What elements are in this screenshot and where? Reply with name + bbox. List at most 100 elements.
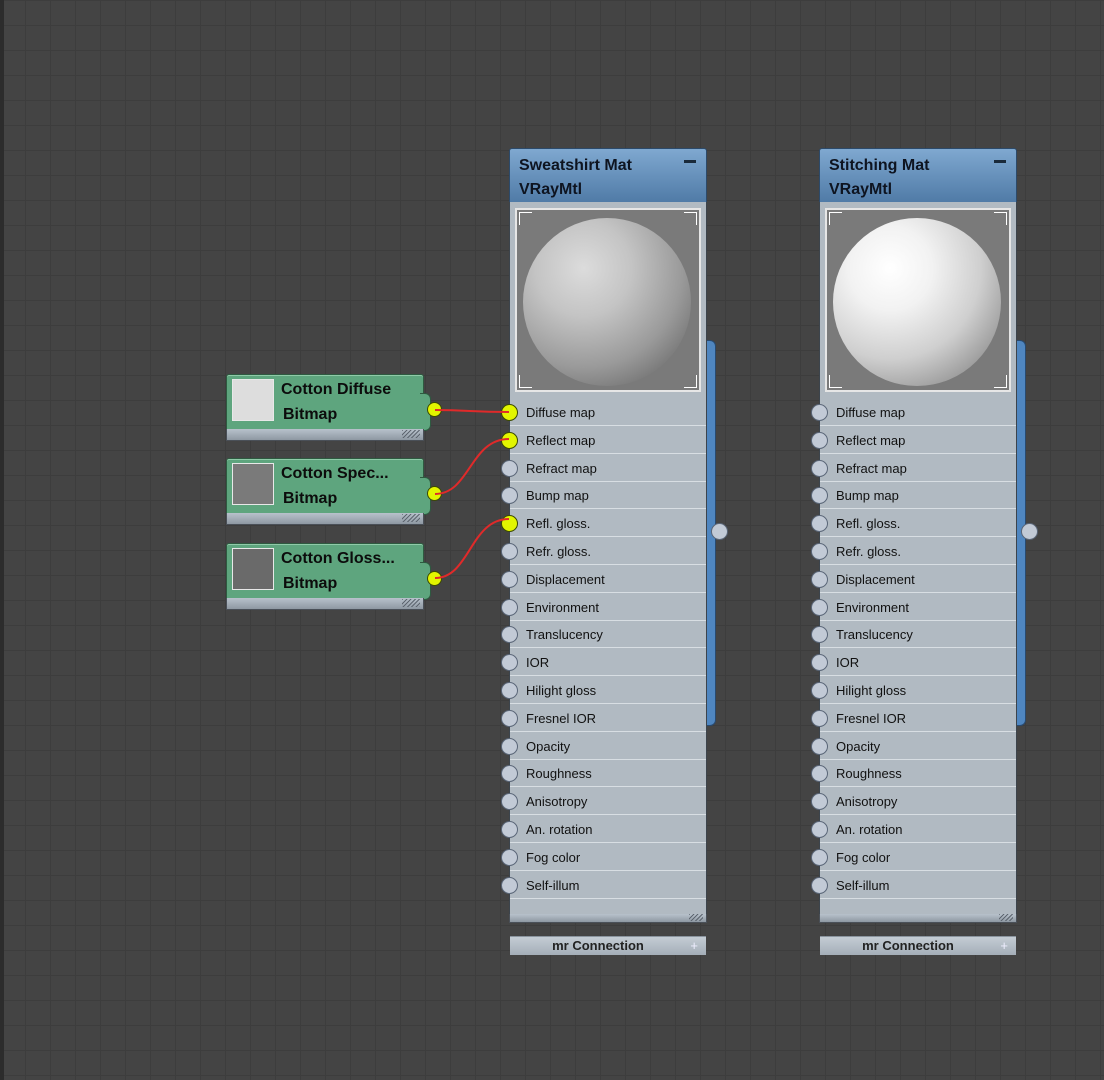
bitmap-node-cotton-gloss[interactable]: Cotton Gloss... Bitmap [226,543,442,615]
output-socket[interactable] [427,402,442,417]
material-slot[interactable]: Hilight gloss [811,678,1016,704]
input-socket[interactable] [501,515,518,533]
material-slot[interactable]: An. rotation [501,817,706,843]
output-socket[interactable] [427,571,442,586]
mr-connection-rollout[interactable]: mr Connection + [510,936,706,955]
input-socket[interactable] [501,793,518,811]
material-output-socket[interactable] [711,523,728,540]
input-socket[interactable] [501,598,518,616]
expand-plus-icon[interactable]: + [1000,938,1008,953]
material-slot[interactable]: Anisotropy [811,789,1016,816]
input-socket[interactable] [501,709,518,727]
input-socket[interactable] [811,709,828,727]
material-slot[interactable]: Refract map [811,456,1016,482]
bitmap-node-cotton-spec[interactable]: Cotton Spec... Bitmap [226,458,442,530]
input-socket[interactable] [811,793,828,811]
material-slot[interactable]: Refr. gloss. [811,539,1016,565]
material-slot[interactable]: Reflect map [811,428,1016,454]
input-socket[interactable] [811,737,828,755]
input-socket[interactable] [811,515,828,533]
material-slot[interactable]: Environment [501,595,706,621]
input-socket[interactable] [811,848,828,866]
input-socket[interactable] [811,654,828,672]
material-slot[interactable]: Bump map [811,483,1016,510]
input-socket[interactable] [501,459,518,477]
input-socket[interactable] [501,876,518,894]
material-slot[interactable]: An. rotation [811,817,1016,843]
material-slot[interactable]: Refl. gloss. [811,511,1016,538]
material-slot-label: Refr. gloss. [836,543,902,559]
input-socket[interactable] [811,459,828,477]
input-socket[interactable] [811,681,828,699]
material-slot-label: Refr. gloss. [526,543,592,559]
bitmap-node-body[interactable]: Cotton Gloss... Bitmap [226,543,431,600]
material-slot[interactable]: Anisotropy [501,789,706,816]
material-slot-label: Hilight gloss [526,682,597,698]
material-slot[interactable]: Translucency [811,622,1016,649]
material-node-header[interactable]: Sweatshirt Mat VRayMtl [509,148,707,204]
material-slot[interactable]: IOR [811,650,1016,677]
material-node-sweatshirt[interactable]: Sweatshirt Mat VRayMtl Diffuse map Reflec… [501,148,728,955]
material-slot[interactable]: Diffuse map [811,400,1016,426]
collapse-icon[interactable] [684,155,696,167]
bitmap-node-body[interactable]: Cotton Diffuse Bitmap [226,374,431,431]
output-socket[interactable] [427,486,442,501]
expand-plus-icon[interactable]: + [690,938,698,953]
input-socket[interactable] [501,487,518,505]
input-socket[interactable] [811,598,828,616]
material-slot[interactable]: Bump map [501,483,706,510]
material-slot[interactable]: Fresnel IOR [501,706,706,732]
input-socket[interactable] [811,876,828,894]
input-socket[interactable] [811,820,828,838]
material-slot[interactable]: Reflect map [501,428,706,454]
material-slot[interactable]: Displacement [501,567,706,593]
input-socket[interactable] [811,431,828,449]
input-socket[interactable] [811,404,828,421]
input-socket[interactable] [501,570,518,588]
input-socket[interactable] [501,681,518,699]
material-slot[interactable]: Fresnel IOR [811,706,1016,732]
material-output-socket[interactable] [1021,523,1038,540]
input-socket[interactable] [811,765,828,783]
mr-connection-rollout[interactable]: mr Connection + [820,936,1016,955]
input-socket[interactable] [501,848,518,866]
input-socket[interactable] [811,570,828,588]
input-socket[interactable] [501,626,518,644]
material-slot[interactable]: Opacity [501,734,706,760]
material-slot[interactable]: Roughness [811,761,1016,788]
material-slot[interactable]: Opacity [811,734,1016,760]
input-socket[interactable] [501,737,518,755]
material-slot[interactable]: Refr. gloss. [501,539,706,565]
input-socket[interactable] [501,542,518,560]
material-slot[interactable]: Environment [811,595,1016,621]
material-slot[interactable]: Translucency [501,622,706,649]
input-socket[interactable] [501,404,518,421]
material-slot[interactable]: Diffuse map [501,400,706,426]
material-slot[interactable]: Roughness [501,761,706,788]
material-slot-list: Diffuse map Reflect map Refract map Bump ma… [501,400,706,900]
material-slot[interactable]: IOR [501,650,706,677]
material-slot[interactable]: Fog color [811,845,1016,871]
preview-corner-mark [829,375,842,388]
input-socket[interactable] [501,431,518,449]
input-socket[interactable] [501,765,518,783]
material-slot-label: Displacement [836,571,915,587]
material-slot[interactable]: Hilight gloss [501,678,706,704]
material-slot[interactable]: Refl. gloss. [501,511,706,538]
material-slot[interactable]: Self-illum [811,873,1016,899]
material-node-stitching[interactable]: Stitching Mat VRayMtl Diffuse map Reflect… [811,148,1038,955]
input-socket[interactable] [501,654,518,672]
input-socket[interactable] [811,542,828,560]
material-node-header[interactable]: Stitching Mat VRayMtl [819,148,1017,204]
bitmap-node-body[interactable]: Cotton Spec... Bitmap [226,458,431,515]
input-socket[interactable] [811,487,828,505]
collapse-icon[interactable] [994,155,1006,167]
input-socket[interactable] [501,820,518,838]
material-slot[interactable]: Fog color [501,845,706,871]
material-slot[interactable]: Refract map [501,456,706,482]
input-socket[interactable] [811,626,828,644]
material-slot[interactable]: Self-illum [501,873,706,899]
bitmap-node-cotton-diffuse[interactable]: Cotton Diffuse Bitmap [226,374,442,446]
viewport-edge [0,0,4,1080]
material-slot[interactable]: Displacement [811,567,1016,593]
